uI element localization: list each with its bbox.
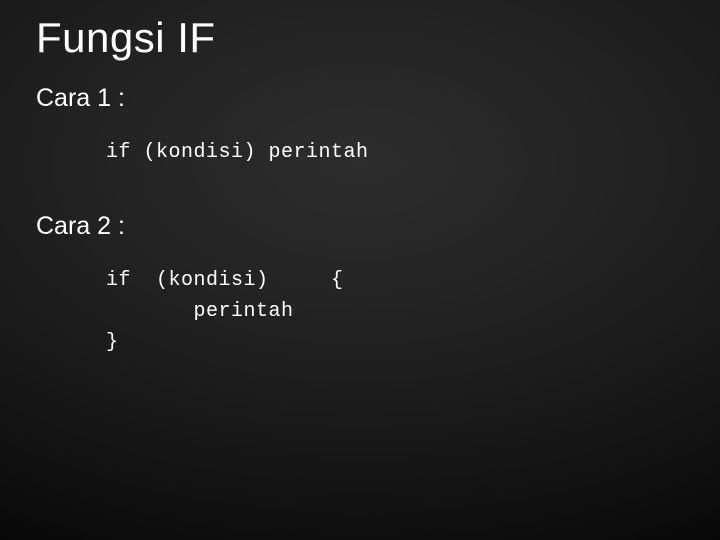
code-block-2: if (kondisi) { perintah }: [106, 265, 684, 358]
section-2-heading: Cara 2 :: [36, 212, 684, 241]
slide-container: Fungsi IF Cara 1 : if (kondisi) perintah…: [0, 0, 720, 358]
code-block-1: if (kondisi) perintah: [106, 137, 684, 168]
section-1-heading: Cara 1 :: [36, 84, 684, 113]
slide-title: Fungsi IF: [36, 14, 684, 62]
